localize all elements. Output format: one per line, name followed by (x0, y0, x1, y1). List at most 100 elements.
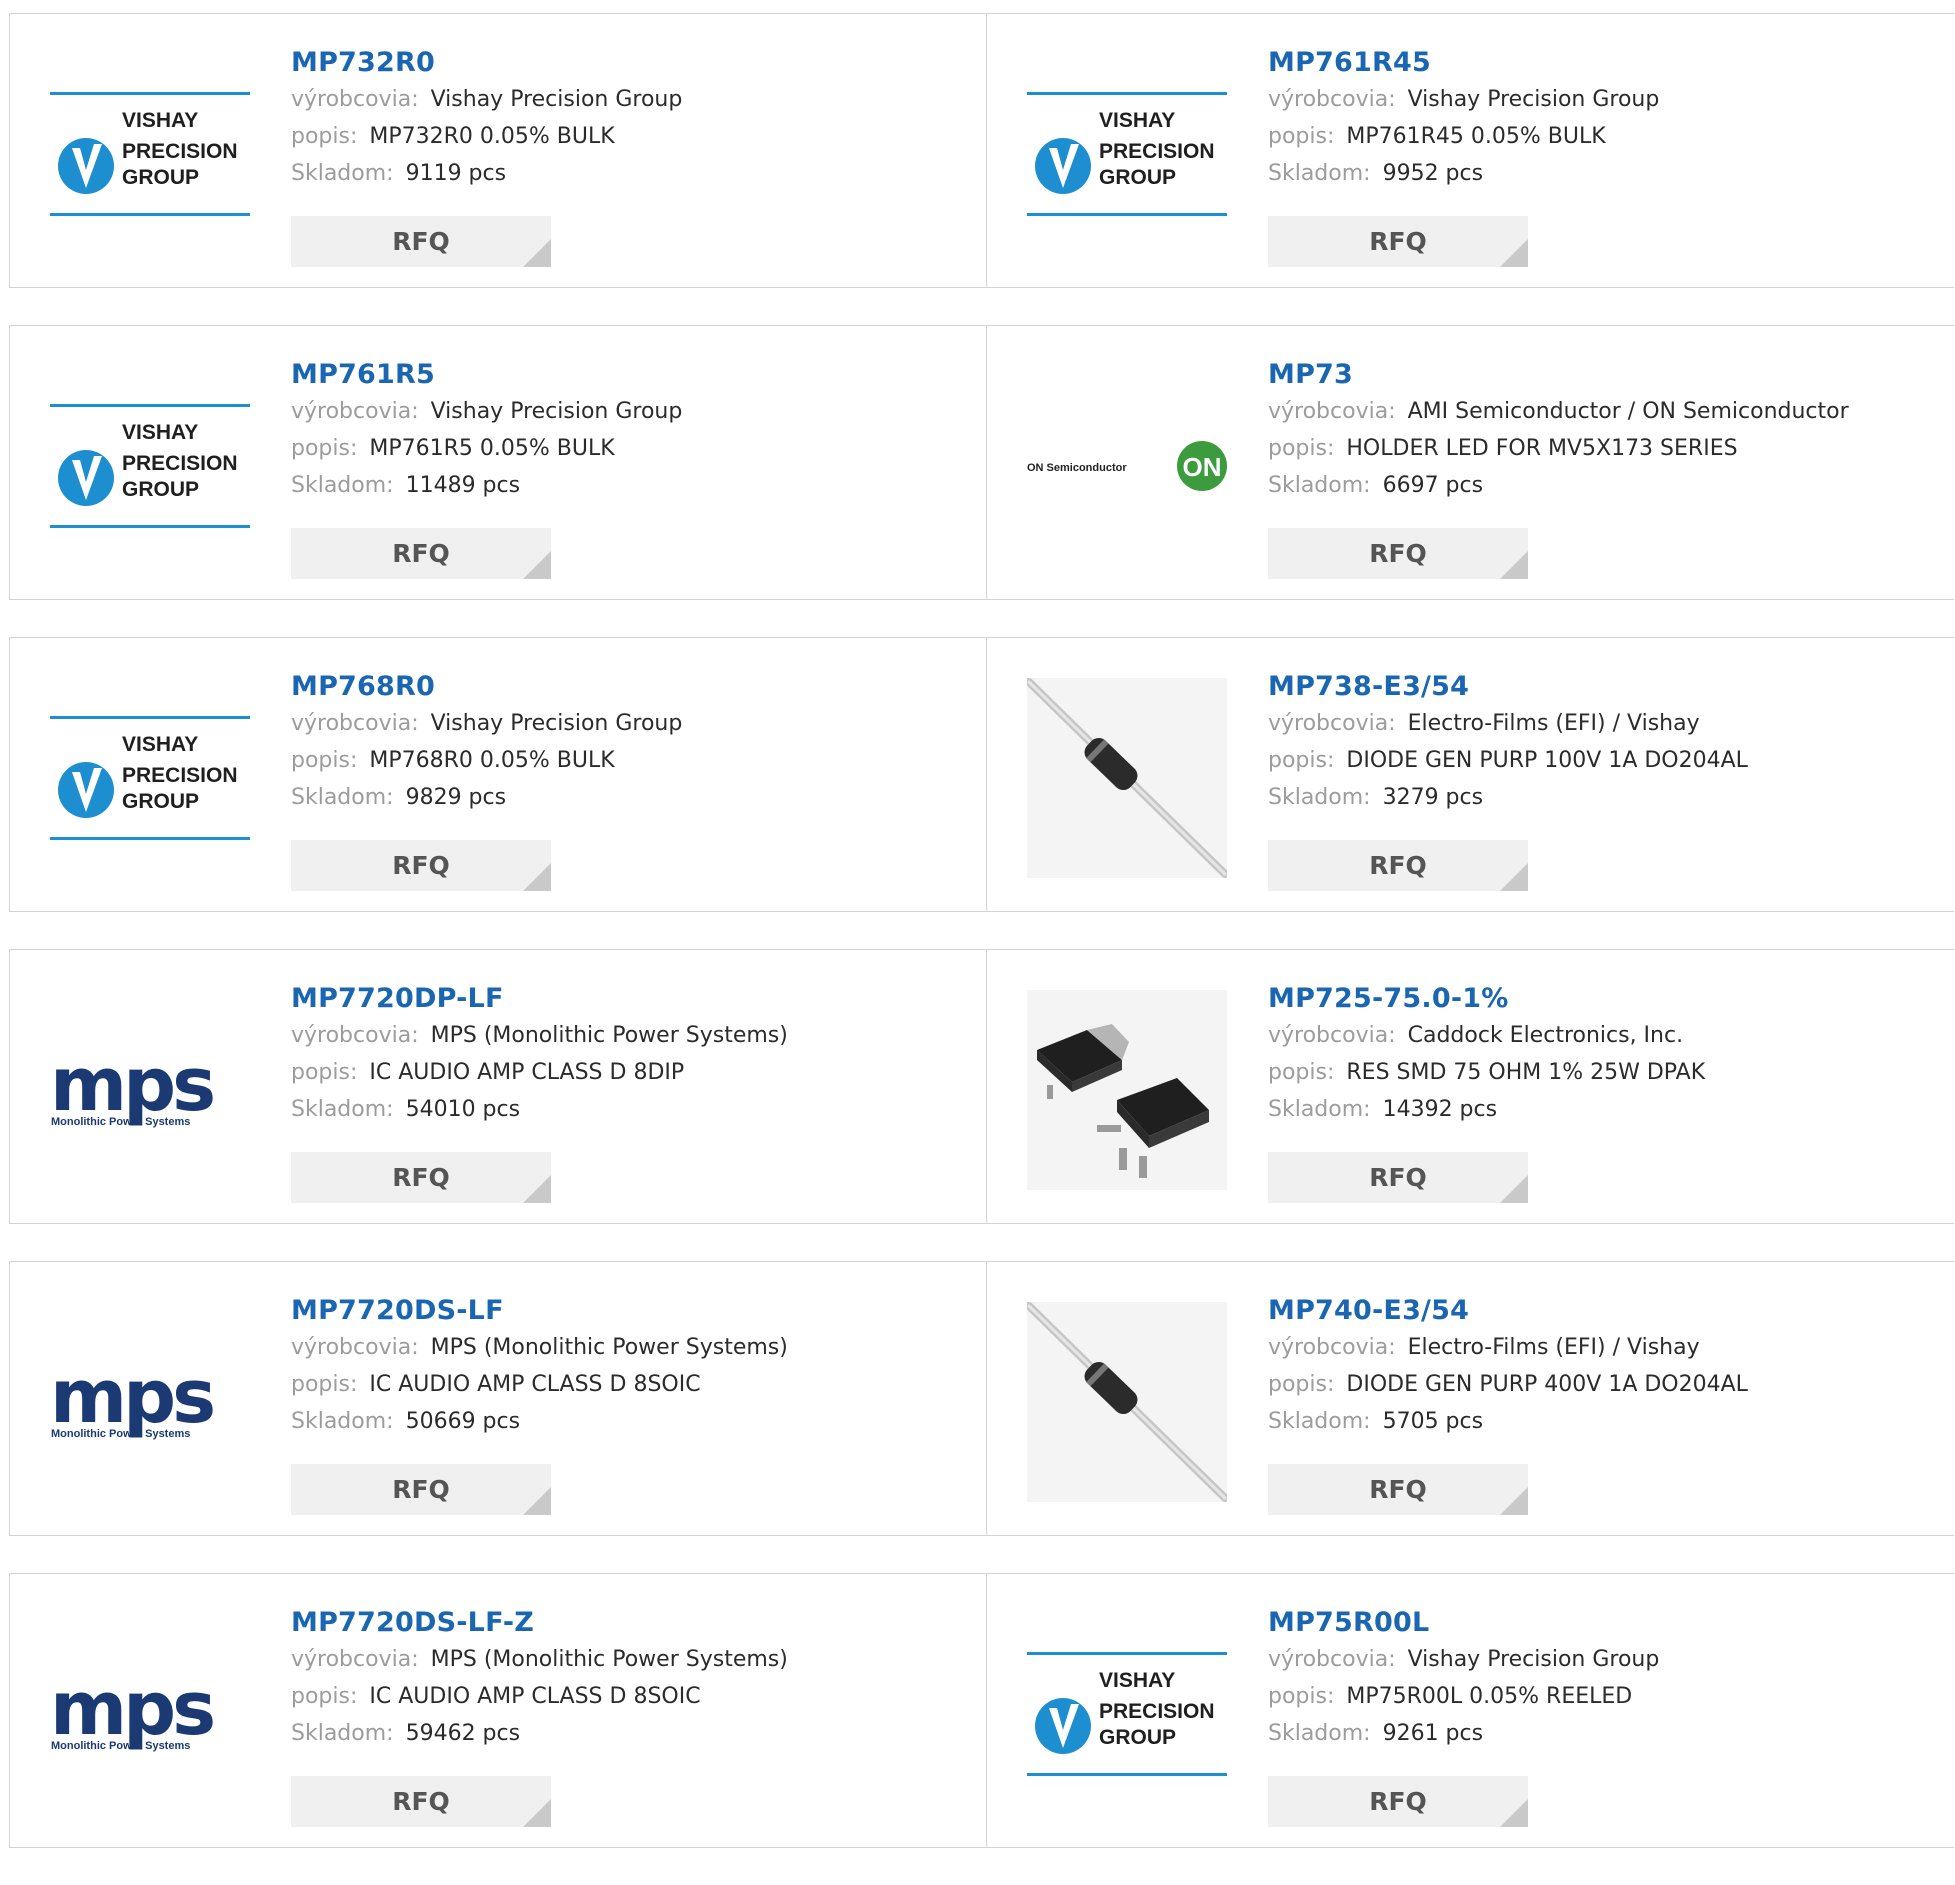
stock-row: Skladom: 9261 pcs (1268, 1715, 1659, 1752)
description-label: popis: (291, 1684, 358, 1709)
stock-row: Skladom: 9952 pcs (1268, 155, 1659, 192)
mps-small: Monolithic Power Systems (51, 1116, 190, 1128)
corner-triangle-icon (523, 239, 551, 267)
part-number-link[interactable]: MP7720DS-LF (291, 1293, 788, 1329)
stock-value: 11489 pcs (405, 473, 521, 498)
corner-triangle-icon (523, 551, 551, 579)
manufacturer-row: výrobcovia: MPS (Monolithic Power Systems… (291, 1641, 788, 1678)
product-info: MP725-75.0-1% výrobcovia: Caddock Electro… (1268, 981, 1705, 1128)
product-card: mps Monolithic Power Systems MP7720DS-LF… (9, 1261, 987, 1536)
stock-value: 9119 pcs (405, 161, 507, 186)
stock-label: Skladom: (1268, 1097, 1371, 1122)
description-row: popis: HOLDER LED FOR MV5X173 SERIES (1268, 430, 1849, 467)
product-card: MP740-E3/54 výrobcovia: Electro-Films (EF… (986, 1261, 1954, 1536)
rfq-button[interactable]: RFQ (291, 1776, 551, 1827)
manufacturer-logo[interactable] (1027, 678, 1227, 878)
corner-triangle-icon (523, 1799, 551, 1827)
manufacturer-logo[interactable]: VISHAY PRECISION GROUP (1027, 54, 1227, 254)
part-number-link[interactable]: MP725-75.0-1% (1268, 981, 1705, 1017)
manufacturer-logo[interactable]: VISHAY PRECISION GROUP (50, 366, 250, 566)
manufacturer-row: výrobcovia: Caddock Electronics, Inc. (1268, 1017, 1705, 1054)
part-number-link[interactable]: MP740-E3/54 (1268, 1293, 1748, 1329)
manufacturer-row: výrobcovia: Electro-Films (EFI) / Vishay (1268, 1329, 1748, 1366)
manufacturer-logo[interactable]: ON Semiconductor ON (1027, 366, 1227, 566)
product-info: MP761R5 výrobcovia: Vishay Precision Grou… (291, 357, 682, 504)
manufacturer-logo[interactable]: VISHAY PRECISION GROUP (50, 678, 250, 878)
manufacturer-row: výrobcovia: Vishay Precision Group (291, 81, 682, 118)
rfq-button[interactable]: RFQ (1268, 528, 1528, 579)
manufacturer-label: výrobcovia: (291, 1023, 419, 1048)
rfq-button[interactable]: RFQ (1268, 840, 1528, 891)
description-row: popis: MP761R45 0.05% BULK (1268, 118, 1659, 155)
description-value: MP732R0 0.05% BULK (369, 124, 615, 149)
description-label: popis: (291, 1060, 358, 1085)
part-number-link[interactable]: MP738-E3/54 (1268, 669, 1748, 705)
product-card: VISHAY PRECISION GROUP MP761R5 výrobcovi… (9, 325, 987, 600)
stock-label: Skladom: (1268, 785, 1371, 810)
rfq-button[interactable]: RFQ (1268, 1464, 1528, 1515)
product-card: VISHAY PRECISION GROUP MP761R45 výrobcov… (986, 13, 1954, 288)
mps-logo: mps Monolithic Power Systems (50, 1676, 217, 1752)
vishay-logo: VISHAY PRECISION GROUP (50, 92, 250, 216)
description-label: popis: (1268, 1060, 1335, 1085)
part-number-link[interactable]: MP75R00L (1268, 1605, 1659, 1641)
manufacturer-logo[interactable] (1027, 990, 1227, 1190)
vishay-line1: VISHAY (1099, 1669, 1175, 1692)
stock-label: Skladom: (291, 161, 394, 186)
description-row: popis: MP75R00L 0.05% REELED (1268, 1678, 1659, 1715)
stock-label: Skladom: (291, 785, 394, 810)
description-row: popis: MP732R0 0.05% BULK (291, 118, 682, 155)
dpak-image (1027, 990, 1227, 1190)
part-number-link[interactable]: MP761R45 (1268, 45, 1659, 81)
stock-value: 54010 pcs (405, 1097, 521, 1122)
vishay-line3: GROUP (1099, 1726, 1176, 1749)
manufacturer-label: výrobcovia: (291, 711, 419, 736)
vishay-line2: PRECISION (122, 764, 238, 787)
description-value: MP761R5 0.05% BULK (369, 436, 615, 461)
manufacturer-row: výrobcovia: Vishay Precision Group (291, 705, 682, 742)
part-number-link[interactable]: MP7720DS-LF-Z (291, 1605, 788, 1641)
part-number-link[interactable]: MP7720DP-LF (291, 981, 788, 1017)
rfq-label: RFQ (392, 851, 450, 880)
rfq-button[interactable]: RFQ (1268, 1152, 1528, 1203)
corner-triangle-icon (1500, 1799, 1528, 1827)
rfq-button[interactable]: RFQ (1268, 216, 1528, 267)
rfq-button[interactable]: RFQ (291, 840, 551, 891)
stock-value: 50669 pcs (405, 1409, 521, 1434)
manufacturer-logo[interactable]: mps Monolithic Power Systems (50, 1302, 250, 1502)
description-row: popis: IC AUDIO AMP CLASS D 8SOIC (291, 1678, 788, 1715)
manufacturer-logo[interactable]: mps Monolithic Power Systems (50, 990, 250, 1190)
description-value: HOLDER LED FOR MV5X173 SERIES (1346, 436, 1738, 461)
rfq-button[interactable]: RFQ (291, 1464, 551, 1515)
manufacturer-logo[interactable]: VISHAY PRECISION GROUP (50, 54, 250, 254)
vishay-logo: VISHAY PRECISION GROUP (50, 716, 250, 840)
stock-row: Skladom: 9119 pcs (291, 155, 682, 192)
rfq-button[interactable]: RFQ (291, 1152, 551, 1203)
stock-value: 6697 pcs (1382, 473, 1484, 498)
stock-row: Skladom: 59462 pcs (291, 1715, 788, 1752)
part-number-link[interactable]: MP761R5 (291, 357, 682, 393)
rfq-button[interactable]: RFQ (1268, 1776, 1528, 1827)
manufacturer-logo[interactable] (1027, 1302, 1227, 1502)
part-number-link[interactable]: MP73 (1268, 357, 1849, 393)
vishay-line1: VISHAY (122, 733, 198, 756)
description-value: IC AUDIO AMP CLASS D 8SOIC (369, 1372, 701, 1397)
product-card: mps Monolithic Power Systems MP7720DP-LF… (9, 949, 987, 1224)
corner-triangle-icon (1500, 239, 1528, 267)
product-row: VISHAY PRECISION GROUP MP768R0 výrobcovi… (9, 637, 1955, 912)
description-value: IC AUDIO AMP CLASS D 8SOIC (369, 1684, 701, 1709)
manufacturer-value: MPS (Monolithic Power Systems) (430, 1647, 788, 1672)
rfq-button[interactable]: RFQ (291, 216, 551, 267)
manufacturer-value: Vishay Precision Group (430, 711, 683, 736)
corner-triangle-icon (1500, 551, 1528, 579)
vishay-logo: VISHAY PRECISION GROUP (50, 404, 250, 528)
rfq-button[interactable]: RFQ (291, 528, 551, 579)
part-number-link[interactable]: MP768R0 (291, 669, 682, 705)
description-value: IC AUDIO AMP CLASS D 8DIP (369, 1060, 685, 1085)
part-number-link[interactable]: MP732R0 (291, 45, 682, 81)
manufacturer-logo[interactable]: mps Monolithic Power Systems (50, 1614, 250, 1814)
stock-label: Skladom: (291, 1409, 394, 1434)
product-row: mps Monolithic Power Systems MP7720DS-LF… (9, 1261, 1955, 1536)
description-row: popis: DIODE GEN PURP 400V 1A DO204AL (1268, 1366, 1748, 1403)
manufacturer-logo[interactable]: VISHAY PRECISION GROUP (1027, 1614, 1227, 1814)
